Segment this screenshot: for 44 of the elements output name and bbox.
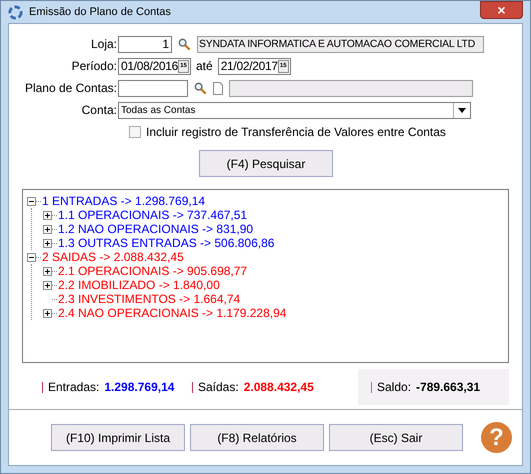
app-icon bbox=[8, 4, 23, 20]
total-label: Saldo: bbox=[377, 380, 412, 394]
tree-item[interactable]: 1 ENTRADAS -> 1.298.769,14 bbox=[41, 194, 206, 208]
expander-icon[interactable] bbox=[43, 238, 52, 248]
expander-icon[interactable] bbox=[43, 280, 52, 290]
tree-item[interactable]: 1.3 OUTRAS ENTRADAS -> 506.806,86 bbox=[57, 236, 274, 250]
account-dropdown[interactable]: Todas as Contas bbox=[118, 102, 471, 118]
total-label: Entradas: bbox=[48, 380, 100, 394]
tree-item[interactable]: 1.2 NAO OPERACIONAIS -> 831,90 bbox=[57, 222, 254, 236]
field-label: Plano de Contas: bbox=[24, 81, 117, 95]
tree-item[interactable]: 2.2 IMOBILIZADO -> 1.840,00 bbox=[57, 278, 220, 292]
field-label: Conta: bbox=[80, 103, 117, 117]
total-value: 2.088.432,45 bbox=[244, 380, 314, 394]
action-button[interactable]: (Esc) Sair bbox=[329, 424, 463, 451]
tree-item[interactable]: 2 SAIDAS -> 2.088.432,45 bbox=[41, 250, 184, 264]
field-label: até bbox=[196, 59, 213, 73]
search-button[interactable]: (F4) Pesquisar bbox=[199, 150, 333, 177]
checkbox[interactable] bbox=[129, 126, 141, 138]
total-value: 1.298.769,14 bbox=[104, 380, 174, 394]
total-label: Saídas: bbox=[198, 380, 239, 394]
expander-icon[interactable] bbox=[43, 224, 52, 234]
search-icon[interactable] bbox=[178, 38, 191, 50]
tree-item[interactable]: 1.1 OPERACIONAIS -> 737.467,51 bbox=[57, 208, 248, 222]
expander-icon[interactable] bbox=[43, 210, 52, 220]
account-plan-field[interactable] bbox=[118, 80, 188, 96]
tree-item[interactable]: 2.4 NAO OPERACIONAIS -> 1.179.228,94 bbox=[57, 306, 286, 320]
window-title: Emissão do Plano de Contas bbox=[29, 6, 172, 18]
expander-icon[interactable] bbox=[27, 252, 36, 262]
action-button[interactable]: (F8) Relatórios bbox=[190, 424, 324, 451]
close-button[interactable]: × bbox=[480, 1, 523, 19]
expander-icon[interactable] bbox=[27, 196, 36, 206]
action-button[interactable]: (F10) Imprimir Lista bbox=[51, 424, 185, 451]
field-label: Período: bbox=[70, 59, 117, 73]
expander-icon[interactable] bbox=[43, 308, 52, 318]
document-icon[interactable] bbox=[213, 82, 223, 94]
checkbox-label: Incluir registro de Transferência de Valores entre Contas bbox=[146, 125, 446, 139]
search-icon[interactable] bbox=[194, 82, 207, 94]
company-name-field: SYNDATA INFORMATICA E AUTOMACAO COMERCIAL LTD bbox=[197, 36, 484, 52]
field-label: Loja: bbox=[90, 37, 117, 51]
tree-item[interactable]: 2.1 OPERACIONAIS -> 905.698,77 bbox=[57, 264, 248, 278]
store-number-field[interactable]: 1 bbox=[118, 36, 172, 52]
tree-item[interactable]: 2.3 INVESTIMENTOS -> 1.664,74 bbox=[57, 292, 240, 306]
total-value: -789.663,31 bbox=[416, 380, 480, 394]
expander-icon[interactable] bbox=[43, 266, 52, 276]
